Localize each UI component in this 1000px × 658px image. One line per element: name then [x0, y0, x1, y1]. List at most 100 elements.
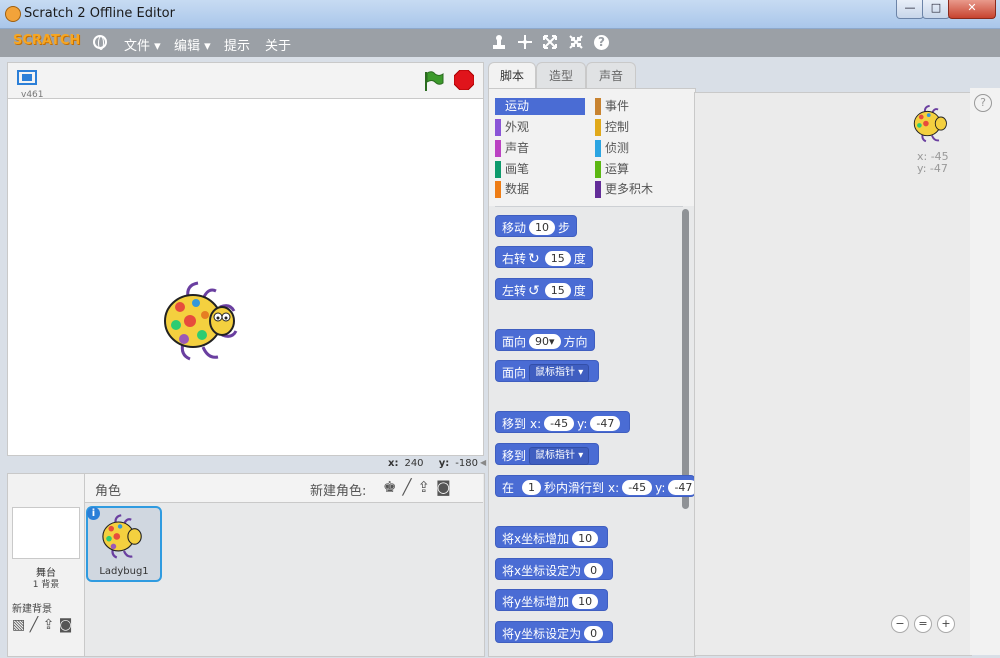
- script-area[interactable]: x: -45 y: -47 − = +: [694, 92, 972, 656]
- category-control[interactable]: 控制: [595, 119, 685, 136]
- maximize-button[interactable]: □: [922, 0, 950, 19]
- block-text: y:: [655, 480, 666, 495]
- category-motion[interactable]: 运动: [495, 98, 585, 115]
- block-text: 方向: [563, 334, 588, 349]
- zoom-reset-icon[interactable]: =: [914, 615, 932, 633]
- category-label: 数据: [505, 182, 530, 196]
- category-label: 运算: [605, 162, 630, 176]
- turn-right-block[interactable]: 右转 ↻ 15 度: [495, 246, 593, 268]
- sprites-title: 角色: [95, 484, 122, 499]
- fullscreen-icon[interactable]: [17, 70, 37, 85]
- category-sensing[interactable]: 侦测: [595, 140, 685, 157]
- scratch-logo[interactable]: SCRATCH: [10, 33, 83, 53]
- ladybug-sprite[interactable]: [158, 277, 248, 370]
- degrees-input[interactable]: 15: [544, 251, 571, 266]
- sprite-name: Ladybug1: [99, 566, 149, 577]
- value-input[interactable]: 0: [584, 626, 604, 641]
- category-looks[interactable]: 外观: [495, 119, 585, 136]
- category-label: 事件: [605, 99, 630, 113]
- grow-icon[interactable]: [542, 34, 558, 54]
- category-label: 更多积木: [605, 182, 654, 196]
- zoom-out-icon[interactable]: −: [891, 615, 909, 633]
- backdrop-count: 1 背景: [32, 580, 60, 590]
- paint-brush-icon[interactable]: ╱: [402, 478, 417, 496]
- stage-canvas[interactable]: [7, 98, 484, 456]
- zoom-in-icon[interactable]: +: [937, 615, 955, 633]
- minimize-button[interactable]: —: [896, 0, 924, 19]
- turn-left-block[interactable]: 左转 ↺ 15 度: [495, 278, 593, 300]
- tab-scripts[interactable]: 脚本: [488, 62, 536, 89]
- category-more-blocks[interactable]: 更多积木: [595, 181, 685, 198]
- block-text: y:: [577, 416, 588, 431]
- x-input[interactable]: -45: [622, 480, 653, 495]
- upload-icon[interactable]: ⇪: [43, 617, 55, 633]
- y-value: -180: [455, 458, 478, 469]
- image-library-icon[interactable]: ▧: [12, 617, 25, 633]
- edit-menu[interactable]: 编辑 ▾: [174, 35, 211, 54]
- category-sound[interactable]: 声音: [495, 140, 585, 157]
- window-title: Scratch 2 Offline Editor: [24, 6, 175, 21]
- y-input[interactable]: -47: [590, 416, 621, 431]
- degrees-input[interactable]: 15: [544, 283, 571, 298]
- target-dropdown[interactable]: 鼠标指针 ▾: [529, 363, 590, 382]
- collapse-arrow-icon[interactable]: ◀: [480, 458, 486, 467]
- stage-header: v461: [7, 62, 484, 100]
- help-question-icon[interactable]: ?: [974, 94, 992, 112]
- block-text: 移到: [502, 416, 527, 431]
- cut-icon[interactable]: [517, 34, 533, 54]
- value-input[interactable]: 10: [572, 594, 599, 609]
- camera-icon[interactable]: ◙: [59, 617, 73, 633]
- value-input[interactable]: 10: [572, 531, 599, 546]
- change-x-block[interactable]: 将x坐标增加 10: [495, 526, 609, 548]
- duplicate-icon[interactable]: [492, 34, 506, 54]
- shrink-icon[interactable]: [568, 34, 584, 54]
- seconds-input[interactable]: 1: [522, 480, 542, 495]
- category-operators[interactable]: 运算: [595, 161, 685, 178]
- help-icon[interactable]: ?: [594, 35, 609, 50]
- tips-menu[interactable]: 提示: [224, 35, 250, 54]
- steps-input[interactable]: 10: [529, 220, 556, 235]
- close-button[interactable]: ✕: [948, 0, 996, 19]
- category-label: 声音: [505, 141, 530, 155]
- block-text: 移动: [502, 220, 527, 235]
- tab-costumes[interactable]: 造型: [536, 62, 586, 89]
- category-label: 画笔: [505, 162, 530, 176]
- ladybug-thumbnail: [102, 514, 142, 559]
- camera-icon[interactable]: ◙: [436, 478, 457, 496]
- direction-input[interactable]: 90▾: [529, 334, 561, 349]
- move-steps-block[interactable]: 移动 10 步: [495, 215, 578, 237]
- backdrop-tools: ▧ ╱ ⇪ ◙: [12, 617, 72, 633]
- rotate-counterclockwise-icon: ↺: [528, 282, 540, 299]
- category-events[interactable]: 事件: [595, 98, 685, 115]
- sprite-tile-ladybug1[interactable]: i Ladybug1: [86, 506, 162, 582]
- block-text: 秒内滑行到: [544, 480, 605, 495]
- paint-brush-icon[interactable]: ╱: [30, 617, 38, 633]
- sprite-library-icon[interactable]: ♚: [383, 478, 402, 496]
- category-pen[interactable]: 画笔: [495, 161, 585, 178]
- category-data[interactable]: 数据: [495, 181, 585, 198]
- target-dropdown[interactable]: 鼠标指针 ▾: [529, 446, 590, 465]
- palette-scrollbar[interactable]: [682, 209, 689, 509]
- about-menu[interactable]: 关于: [265, 35, 291, 54]
- stop-icon[interactable]: [453, 69, 475, 91]
- set-x-block[interactable]: 将x坐标设定为 0: [495, 558, 614, 580]
- tab-sounds[interactable]: 声音: [586, 62, 636, 89]
- block-text: 左转: [502, 283, 527, 298]
- value-input[interactable]: 0: [584, 563, 604, 578]
- set-y-block[interactable]: 将y坐标设定为 0: [495, 621, 614, 643]
- category-label: 侦测: [605, 141, 630, 155]
- y-input[interactable]: -47: [668, 480, 694, 495]
- change-y-block[interactable]: 将y坐标增加 10: [495, 589, 609, 611]
- green-flag-icon[interactable]: [422, 70, 444, 95]
- point-towards-block[interactable]: 面向 鼠标指针 ▾: [495, 360, 600, 382]
- language-globe-icon[interactable]: [93, 35, 107, 50]
- point-in-direction-block[interactable]: 面向 90▾ 方向: [495, 329, 595, 351]
- glide-block[interactable]: 在 1 秒内滑行到 x: -45 y: -47: [495, 475, 695, 497]
- upload-icon[interactable]: ⇪: [417, 478, 436, 496]
- go-to-block[interactable]: 移到 鼠标指针 ▾: [495, 443, 600, 465]
- go-to-xy-block[interactable]: 移到 x: -45 y: -47: [495, 411, 631, 433]
- x-input[interactable]: -45: [544, 416, 575, 431]
- new-backdrop-label: 新建背景: [12, 604, 52, 615]
- file-menu[interactable]: 文件 ▾: [124, 35, 161, 54]
- stage-thumbnail[interactable]: [12, 507, 80, 559]
